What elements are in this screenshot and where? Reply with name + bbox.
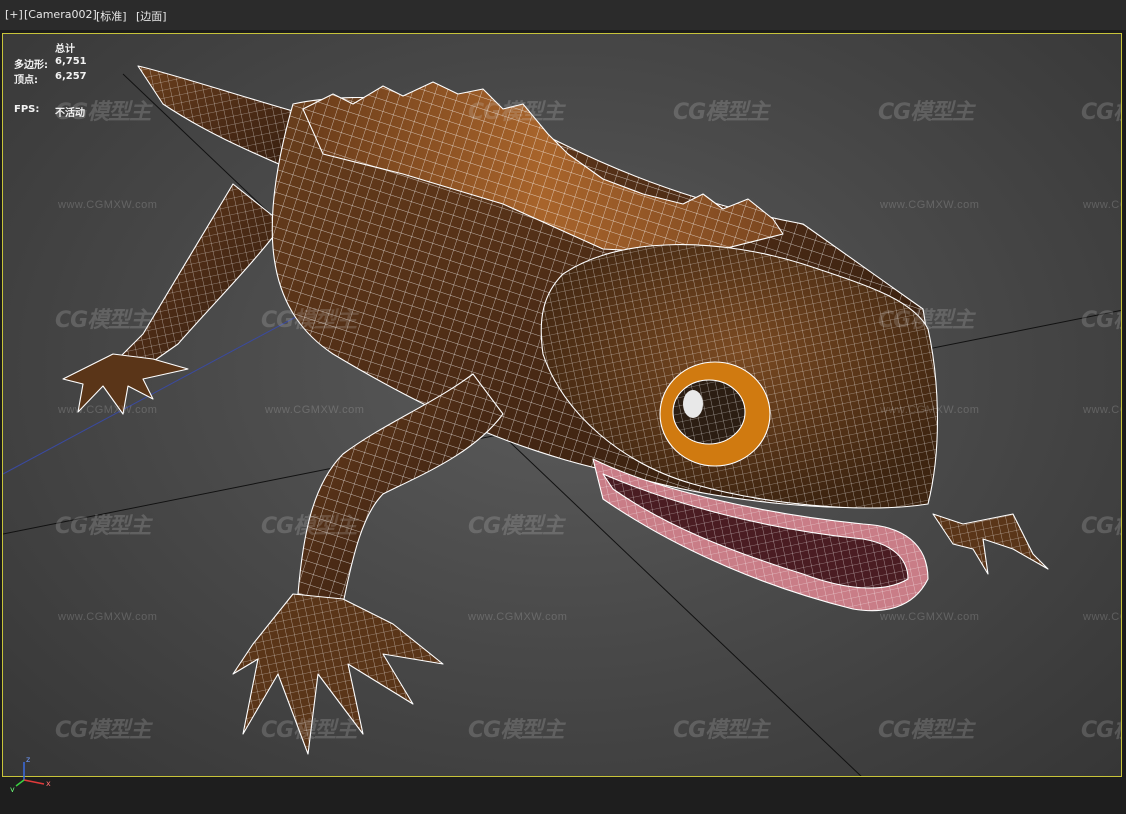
watermark-logo: CG模型主 — [1081, 514, 1121, 539]
watermark-url: www.CGMXW.com — [1083, 611, 1121, 623]
watermark-logo: CG模型主 — [468, 718, 564, 743]
watermark-logo: CG模型主 — [55, 718, 151, 743]
watermark-logo: CG模型主 — [261, 308, 357, 333]
viewport-bottom-strip — [0, 778, 1126, 814]
watermark-url: www.CGMXW.com — [880, 404, 980, 416]
watermark-logo: CG模型主 — [1081, 308, 1121, 333]
viewport-shading-menu[interactable]: [标准] — [96, 8, 127, 24]
watermark-logo: CG模型主 — [261, 718, 357, 743]
watermark-logo: CG模型主 — [878, 308, 974, 333]
axis-tripod-icon: z x y — [10, 755, 51, 792]
watermark-url: www.CGMXW.com — [265, 404, 365, 416]
watermark-logo: CG模型主 — [1081, 100, 1121, 125]
watermark-logo: CG模型主 — [878, 718, 974, 743]
stats-vertices-label: 顶点: — [14, 75, 38, 86]
viewport-general-menu[interactable]: [+] — [5, 8, 23, 21]
stats-polygons-value: 6,751 — [55, 56, 87, 67]
watermark-logo: CG模型主 — [673, 100, 769, 125]
watermark-url: www.CGMXW.com — [1083, 199, 1121, 211]
watermark-logo: CG模型主 — [55, 308, 151, 333]
stats-vertices-value: 6,257 — [55, 71, 87, 82]
watermark-logo: CG模型主 — [468, 514, 564, 539]
stats-polygons-label: 多边形: — [14, 60, 48, 71]
stats-fps-value: 不活动 — [55, 108, 85, 119]
watermark-logo: CG模型主 — [673, 718, 769, 743]
watermark-logo: CG模型主 — [878, 100, 974, 125]
watermark-url: www.CGMXW.com — [880, 611, 980, 623]
viewport-edged-faces-menu[interactable]: [边面] — [136, 8, 167, 24]
watermark-logo: CG模型主 — [261, 514, 357, 539]
stats-fps-label: FPS: — [14, 104, 40, 115]
viewport-label-bar: [+] [Camera002] [标准] [边面] — [0, 0, 1126, 30]
axis-y-label: y — [10, 785, 15, 792]
stats-total-label: 总计 — [55, 44, 75, 55]
watermark-url: www.CGMXW.com — [58, 611, 158, 623]
watermark-url: www.CGMXW.com — [880, 199, 980, 211]
watermark-logo: CG模型主 — [55, 514, 151, 539]
watermark-logo: CG模型主 — [468, 100, 564, 125]
viewport-camera-menu[interactable]: [Camera002] — [24, 8, 97, 21]
camera-viewport[interactable]: CG模型主 CG模型主 CG模型主 CG模型主 CG模型主 www.CGMXW.… — [2, 33, 1122, 777]
watermark-url: www.CGMXW.com — [468, 611, 568, 623]
watermark-url: www.CGMXW.com — [1083, 404, 1121, 416]
watermark-url: www.CGMXW.com — [58, 404, 158, 416]
axis-z-label: z — [26, 755, 30, 764]
axis-x-label: x — [46, 779, 51, 788]
watermark-url: www.CGMXW.com — [58, 199, 158, 211]
watermark-logo: CG模型主 — [1081, 718, 1121, 743]
